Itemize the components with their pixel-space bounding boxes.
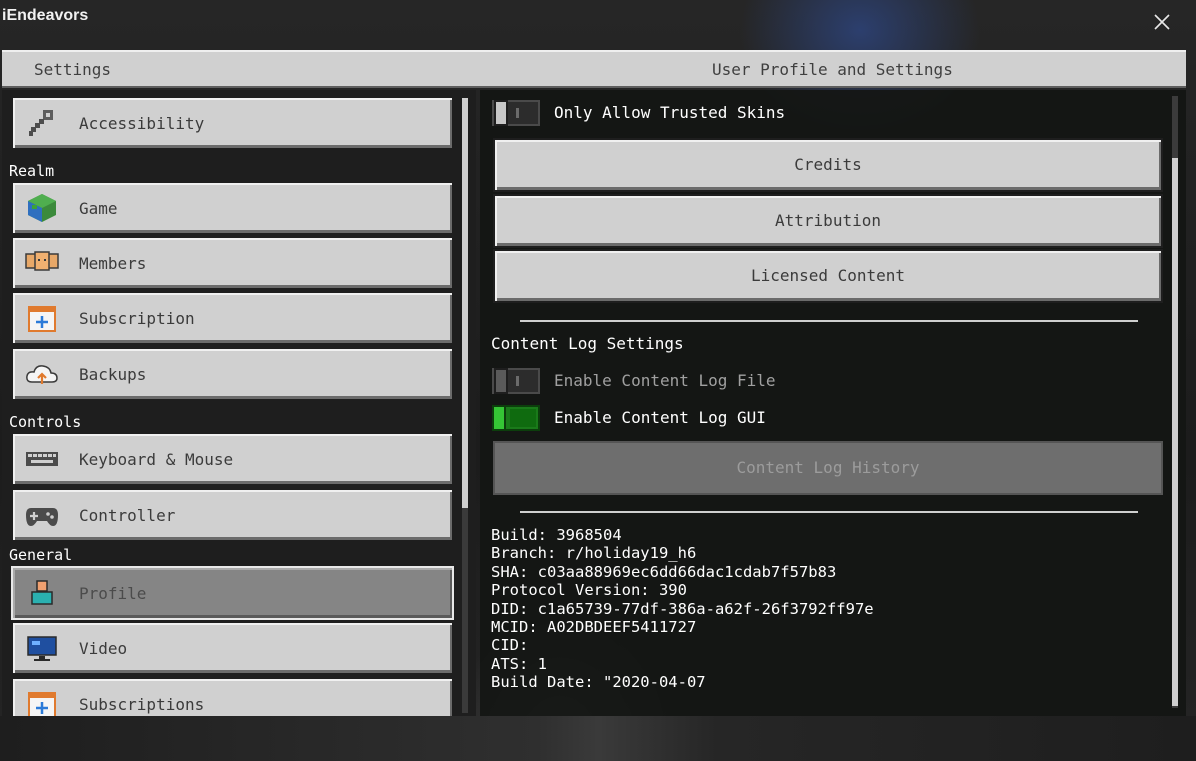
cid: CID:: [491, 636, 529, 655]
sidebar-item-controller[interactable]: Controller: [11, 488, 454, 542]
close-icon: [1154, 14, 1170, 30]
content-log-gui-toggle[interactable]: [492, 405, 540, 431]
attribution-button[interactable]: Attribution: [493, 194, 1163, 248]
sha: SHA: c03aa88969ec6dd66dac1cdab7f57b83: [491, 562, 837, 581]
section-general: General: [9, 546, 73, 564]
sidebar-item-subscriptions[interactable]: Subscriptions: [11, 677, 454, 716]
title-bar: iEndeavors: [0, 0, 1196, 46]
build-info: Build: 3968504 Branch: r/holiday19_h6 SH…: [491, 526, 874, 692]
sidebar: Accessibility Realm Game Members Subscri…: [2, 90, 476, 716]
trusted-skins-toggle[interactable]: [492, 100, 540, 126]
toggle-knob: [494, 100, 508, 126]
build-date: Build Date: "2020-04-07: [491, 673, 706, 692]
key-icon: [29, 110, 53, 136]
toggle-knob: [492, 405, 506, 431]
protocol-version: Protocol Version: 390: [491, 581, 687, 600]
mcid: MCID: A02DBDEEF5411727: [491, 618, 697, 637]
sidebar-item-members[interactable]: Members: [11, 236, 454, 290]
sidebar-item-label: Keyboard & Mouse: [79, 450, 234, 469]
build-number: Build: 3968504: [491, 526, 622, 544]
calendar-plus-icon: [28, 692, 56, 716]
branch: Branch: r/holiday19_h6: [491, 544, 697, 563]
cloud-upload-icon: [26, 365, 58, 384]
licensed-content-button[interactable]: Licensed Content: [493, 249, 1163, 303]
ats: ATS: 1: [491, 654, 547, 673]
sidebar-scrollbar-thumb[interactable]: [462, 98, 468, 508]
toggle-notch: [516, 376, 519, 386]
settings-title: Settings: [34, 60, 112, 79]
sidebar-item-label: Controller: [79, 506, 176, 525]
divider: [520, 320, 1138, 322]
members-icon: [25, 251, 59, 271]
sidebar-item-keyboard-mouse[interactable]: Keyboard & Mouse: [11, 432, 454, 486]
content-log-file-toggle[interactable]: [492, 368, 540, 394]
sidebar-item-profile[interactable]: Profile: [11, 566, 454, 620]
sidebar-item-video[interactable]: Video: [11, 621, 454, 675]
sidebar-item-label: Accessibility: [79, 114, 205, 133]
sidebar-item-label: Video: [79, 639, 128, 658]
calendar-plus-icon: [28, 306, 56, 332]
sidebar-item-label: Subscriptions: [79, 695, 205, 714]
toggle-notch: [516, 108, 519, 118]
content-log-gui-label: Enable Content Log GUI: [554, 408, 766, 427]
background-strip: [0, 716, 1196, 761]
globe-block-icon: [28, 194, 56, 222]
sidebar-item-label: Profile: [79, 584, 147, 603]
sidebar-item-label: Subscription: [79, 309, 195, 328]
monitor-icon: [27, 636, 57, 661]
content-scrollbar-thumb[interactable]: [1172, 158, 1178, 706]
divider: [520, 511, 1138, 513]
sidebar-item-label: Members: [79, 254, 147, 273]
page-title: User Profile and Settings: [712, 60, 953, 79]
sidebar-item-label: Backups: [79, 365, 147, 384]
settings-header: Settings User Profile and Settings: [2, 50, 1186, 88]
profile-icon: [31, 580, 53, 605]
toggle-knob: [494, 368, 508, 394]
profile-settings-panel: Only Allow Trusted Skins Credits Attribu…: [480, 90, 1186, 716]
close-button[interactable]: [1150, 10, 1174, 34]
keyboard-icon: [26, 452, 58, 466]
app-title: iEndeavors: [2, 7, 89, 24]
content-log-file-label: Enable Content Log File: [554, 371, 776, 390]
section-realm: Realm: [9, 162, 55, 180]
toggle-track: [510, 409, 536, 427]
did: DID: c1a65739-77df-386a-a62f-26f3792ff97…: [491, 599, 874, 618]
credits-button[interactable]: Credits: [493, 138, 1163, 192]
content-log-history-button[interactable]: Content Log History: [493, 441, 1163, 495]
section-controls: Controls: [9, 413, 82, 431]
trusted-skins-label: Only Allow Trusted Skins: [554, 103, 786, 122]
sidebar-item-accessibility[interactable]: Accessibility: [11, 96, 454, 150]
sidebar-item-label: Game: [79, 199, 118, 218]
sidebar-item-game[interactable]: Game: [11, 181, 454, 235]
gamepad-icon: [26, 508, 58, 526]
sidebar-item-subscription[interactable]: Subscription: [11, 291, 454, 345]
sidebar-item-backups[interactable]: Backups: [11, 347, 454, 401]
content-log-title: Content Log Settings: [491, 334, 684, 353]
